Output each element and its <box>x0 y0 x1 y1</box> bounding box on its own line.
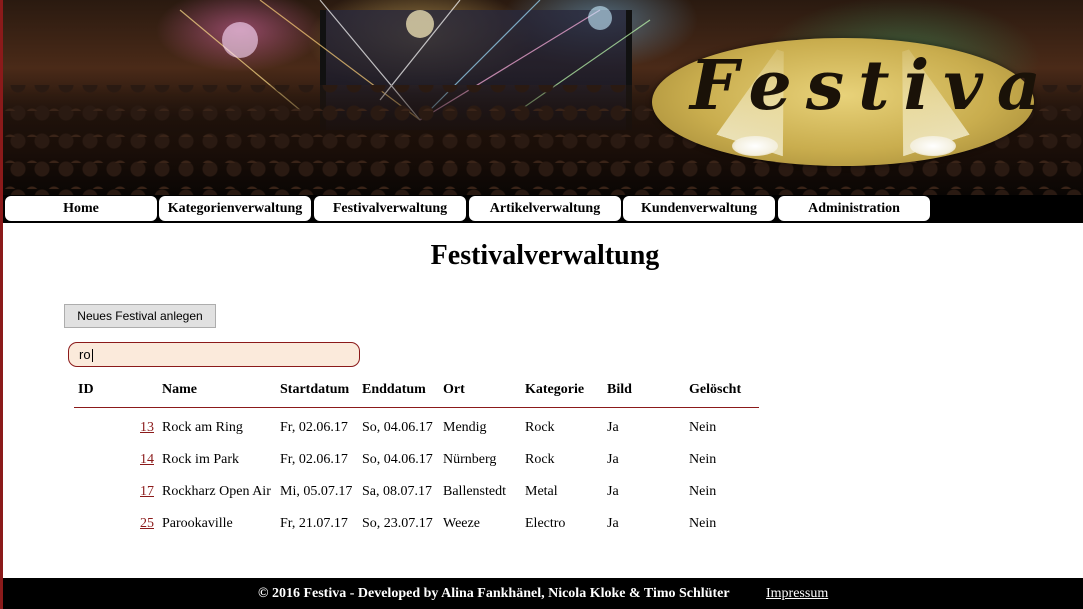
cell-enddatum: So, 04.06.17 <box>362 420 433 435</box>
cell-ort: Mendig <box>443 420 487 435</box>
column-header-id[interactable]: ID <box>74 380 158 408</box>
cell-name: Rock im Park <box>162 452 239 467</box>
festival-id-link[interactable]: 13 <box>140 420 154 435</box>
table-row: 25 Parookaville Fr, 21.07.17 So, 23.07.1… <box>74 508 759 540</box>
search-input-value: ro <box>79 347 91 362</box>
logo-spotlight-right <box>910 136 956 156</box>
column-header-geloescht[interactable]: Gelöscht <box>685 380 759 408</box>
table-row: 17 Rockharz Open Air Mi, 05.07.17 Sa, 08… <box>74 476 759 508</box>
cell-ort: Ballenstedt <box>443 484 506 499</box>
cell-kategorie: Metal <box>525 484 558 499</box>
column-header-bild[interactable]: Bild <box>603 380 685 408</box>
cell-enddatum: Sa, 08.07.17 <box>362 484 432 499</box>
cell-ort: Weeze <box>443 516 480 531</box>
cell-bild: Ja <box>607 516 619 531</box>
cell-name: Rockharz Open Air <box>162 484 271 499</box>
cell-id: 14 <box>74 444 158 476</box>
logo-text: Festiva <box>690 46 1055 126</box>
cell-id: 13 <box>74 408 158 445</box>
cell-kategorie: Rock <box>525 420 555 435</box>
cell-id: 17 <box>74 476 158 508</box>
column-header-startdatum[interactable]: Startdatum <box>276 380 358 408</box>
festival-id-link[interactable]: 17 <box>140 484 154 499</box>
cell-geloescht: Nein <box>689 420 717 435</box>
cell-geloescht: Nein <box>689 516 717 531</box>
nav-kategorienverwaltung[interactable]: Kategorienverwaltung <box>159 196 311 221</box>
nav-administration[interactable]: Administration <box>778 196 930 221</box>
page-frame-border <box>0 0 3 609</box>
cell-bild: Ja <box>607 420 619 435</box>
footer-copyright: © 2016 Festiva - Developed by Alina Fank… <box>258 586 730 601</box>
nav-festivalverwaltung[interactable]: Festivalverwaltung <box>314 196 466 221</box>
column-header-enddatum[interactable]: Enddatum <box>358 380 439 408</box>
table-row: 14 Rock im Park Fr, 02.06.17 So, 04.06.1… <box>74 444 759 476</box>
cell-bild: Ja <box>607 452 619 467</box>
table-header-row: ID Name Startdatum Enddatum Ort Kategori… <box>74 380 759 408</box>
nav-kundenverwaltung[interactable]: Kundenverwaltung <box>623 196 775 221</box>
cell-geloescht: Nein <box>689 484 717 499</box>
impressum-link[interactable]: Impressum <box>766 586 828 602</box>
cell-kategorie: Rock <box>525 452 555 467</box>
festival-id-link[interactable]: 25 <box>140 516 154 531</box>
table-row: 13 Rock am Ring Fr, 02.06.17 So, 04.06.1… <box>74 408 759 445</box>
cell-bild: Ja <box>607 484 619 499</box>
nav-home[interactable]: Home <box>5 196 157 221</box>
cell-startdatum: Mi, 05.07.17 <box>280 484 353 499</box>
header-banner: Festiva <box>0 0 1083 195</box>
search-input[interactable]: ro <box>68 342 360 367</box>
cell-kategorie: Electro <box>525 516 566 531</box>
cell-name: Rock am Ring <box>162 420 243 435</box>
cell-enddatum: So, 04.06.17 <box>362 452 433 467</box>
cell-enddatum: So, 23.07.17 <box>362 516 433 531</box>
cell-id: 25 <box>74 508 158 540</box>
festival-table: ID Name Startdatum Enddatum Ort Kategori… <box>74 380 759 540</box>
festival-id-link[interactable]: 14 <box>140 452 154 467</box>
page-title: Festivalverwaltung <box>430 240 660 271</box>
cell-ort: Nürnberg <box>443 452 497 467</box>
footer: © 2016 Festiva - Developed by Alina Fank… <box>0 578 1083 609</box>
cell-startdatum: Fr, 21.07.17 <box>280 516 348 531</box>
column-header-name[interactable]: Name <box>158 380 276 408</box>
cell-startdatum: Fr, 02.06.17 <box>280 452 348 467</box>
new-festival-button[interactable]: Neues Festival anlegen <box>64 304 216 328</box>
nav-artikelverwaltung[interactable]: Artikelverwaltung <box>469 196 621 221</box>
text-caret <box>91 349 93 363</box>
cell-name: Parookaville <box>162 516 233 531</box>
column-header-kategorie[interactable]: Kategorie <box>521 380 603 408</box>
cell-geloescht: Nein <box>689 452 717 467</box>
logo-spotlight-left <box>732 136 778 156</box>
column-header-ort[interactable]: Ort <box>439 380 521 408</box>
main-navigation: Home Kategorienverwaltung Festivalverwal… <box>0 195 1083 223</box>
cell-startdatum: Fr, 02.06.17 <box>280 420 348 435</box>
